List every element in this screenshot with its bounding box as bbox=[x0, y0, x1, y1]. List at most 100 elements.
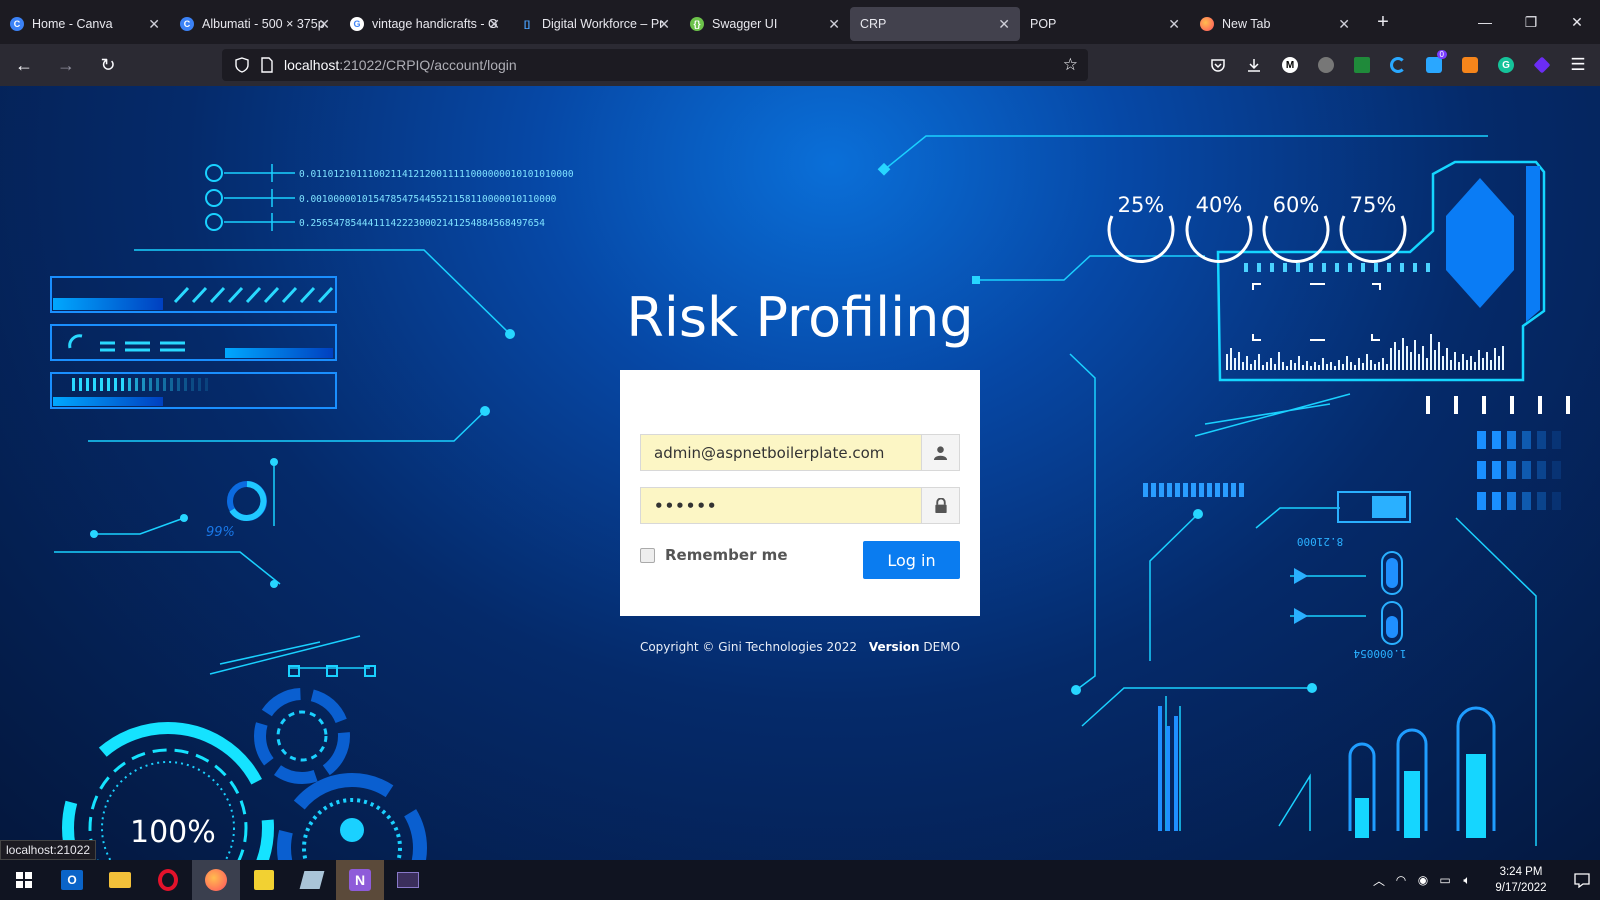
checkbox-box[interactable] bbox=[640, 547, 655, 563]
close-icon[interactable]: ✕ bbox=[318, 16, 330, 33]
grammarly-icon[interactable]: G bbox=[1488, 47, 1524, 83]
metamask-fox-icon[interactable] bbox=[1452, 47, 1488, 83]
version-label: Version bbox=[868, 640, 920, 654]
windows-start-icon[interactable] bbox=[0, 860, 48, 900]
tab-label: Swagger UI bbox=[712, 17, 778, 31]
copyright-text: Copyright © Gini Technologies 2022 bbox=[639, 640, 858, 654]
tab-new-tab[interactable]: New Tab ✕ bbox=[1190, 7, 1360, 41]
tab-label: New Tab bbox=[1222, 17, 1271, 31]
new-tab-button[interactable]: + bbox=[1368, 11, 1398, 34]
chevron-up-icon[interactable]: ︿ bbox=[1368, 872, 1390, 889]
tab-label: CRP bbox=[860, 17, 887, 31]
readout-1: 8.21000 bbox=[1297, 535, 1343, 548]
bracket-icon: [] bbox=[524, 19, 530, 29]
firefox-icon bbox=[1200, 17, 1214, 31]
remember-me-checkbox[interactable]: Remember me bbox=[640, 546, 788, 564]
clock[interactable]: 3:24 PM 9/17/2022 bbox=[1486, 864, 1556, 896]
opera-icon[interactable] bbox=[144, 860, 192, 900]
visual-studio-icon[interactable]: N bbox=[336, 860, 384, 900]
notes-app-icon[interactable] bbox=[288, 860, 336, 900]
sticky-app-icon[interactable] bbox=[240, 860, 288, 900]
close-icon[interactable]: ✕ bbox=[828, 16, 840, 33]
tab-label: Home - Canva bbox=[32, 17, 113, 31]
close-window-icon[interactable]: ✕ bbox=[1554, 0, 1600, 44]
close-icon[interactable]: ✕ bbox=[1168, 16, 1180, 33]
tab-albumati[interactable]: C Albumati - 500 × 375p ✕ bbox=[170, 7, 340, 41]
bookmark-star-icon[interactable]: ☆ bbox=[1063, 55, 1078, 75]
volume-icon[interactable]: 🔈︎ bbox=[1456, 873, 1478, 888]
url-bar[interactable]: localhost:21022/CRPIQ/account/login ☆ bbox=[222, 49, 1088, 81]
restore-icon[interactable]: ❐ bbox=[1508, 0, 1554, 44]
back-arrow-icon[interactable]: ← bbox=[6, 47, 42, 83]
minimize-icon[interactable]: — bbox=[1462, 0, 1508, 44]
tab-crp[interactable]: CRP ✕ bbox=[850, 7, 1020, 41]
swagger-icon: {} bbox=[690, 17, 704, 31]
url-text[interactable]: localhost:21022/CRPIQ/account/login bbox=[284, 57, 517, 73]
close-icon[interactable]: ✕ bbox=[148, 16, 160, 33]
clock-date: 9/17/2022 bbox=[1495, 882, 1547, 894]
tab-label: POP bbox=[1030, 17, 1057, 31]
tab-pop[interactable]: POP ✕ bbox=[1020, 7, 1190, 41]
wifi-icon[interactable]: ◠ bbox=[1390, 873, 1412, 887]
system-tray: ︿ ◠ ◉ ▭ 🔈︎ 3:24 PM 9/17/2022 bbox=[1368, 860, 1600, 900]
email-value[interactable]: admin@aspnetboilerplate.com bbox=[641, 444, 921, 462]
login-button[interactable]: Log in bbox=[863, 541, 960, 579]
download-icon[interactable] bbox=[1236, 47, 1272, 83]
grey-extension-icon[interactable] bbox=[1308, 47, 1344, 83]
password-value[interactable]: •••••• bbox=[641, 497, 921, 515]
shield-icon[interactable] bbox=[234, 57, 250, 73]
canva-icon: C bbox=[180, 17, 194, 31]
pocket-icon[interactable] bbox=[1200, 47, 1236, 83]
binary-line-1: 0.01101210111002114121200111110000000101… bbox=[299, 169, 574, 180]
tab-swagger-ui[interactable]: {} Swagger UI ✕ bbox=[680, 7, 850, 41]
taskbar: O N ︿ ◠ ◉ ▭ 🔈︎ 3:24 PM 9/17/2022 bbox=[0, 860, 1600, 900]
gauge-25-label: 25% bbox=[1118, 193, 1165, 217]
tab-strip: C Home - Canva ✕ C Albumati - 500 × 375p… bbox=[0, 0, 1600, 44]
percent-100-label: 100% bbox=[130, 815, 216, 850]
firefox-taskbar-icon[interactable] bbox=[192, 860, 240, 900]
reload-icon[interactable]: ↻ bbox=[90, 47, 126, 83]
email-field[interactable]: admin@aspnetboilerplate.com bbox=[640, 434, 960, 471]
readout-2: 1.000054 bbox=[1353, 647, 1406, 660]
green-extension-icon[interactable] bbox=[1344, 47, 1380, 83]
close-icon[interactable]: ✕ bbox=[1338, 16, 1350, 33]
tab-home-canva[interactable]: C Home - Canva ✕ bbox=[0, 7, 170, 41]
nav-bar: ← → ↻ localhost:21022/CRPIQ/account/logi… bbox=[0, 44, 1600, 86]
tab-label: vintage handicrafts - G bbox=[372, 17, 498, 31]
purple-extension-icon[interactable] bbox=[1524, 47, 1560, 83]
gauge-75-label: 75% bbox=[1350, 193, 1397, 217]
binary-line-2: 0.00100000101547854754455211581100000101… bbox=[299, 194, 557, 205]
binary-line-3: 0.25654785444111422230002141254884568497… bbox=[299, 218, 545, 229]
extension-badge: 0 bbox=[1436, 50, 1447, 59]
google-icon: G bbox=[350, 17, 364, 31]
copyright-footer: Copyright © Gini Technologies 2022 Versi… bbox=[560, 640, 1040, 654]
battery-icon[interactable]: ▭ bbox=[1434, 873, 1456, 887]
lock-icon bbox=[921, 488, 959, 523]
version-value: DEMO bbox=[923, 640, 961, 654]
menu-icon[interactable]: ☰ bbox=[1560, 47, 1596, 83]
m-extension-icon[interactable]: M bbox=[1272, 47, 1308, 83]
outlook-icon[interactable]: O bbox=[48, 860, 96, 900]
notification-center-icon[interactable] bbox=[1564, 860, 1600, 900]
close-icon[interactable]: ✕ bbox=[998, 16, 1010, 33]
tab-label: Digital Workforce – Pr bbox=[542, 17, 664, 31]
camera-icon[interactable]: ◉ bbox=[1412, 873, 1434, 887]
clock-time: 3:24 PM bbox=[1499, 866, 1543, 878]
tab-vintage-handicrafts[interactable]: G vintage handicrafts - G ✕ bbox=[340, 7, 510, 41]
percent-99-label: 99% bbox=[206, 525, 235, 540]
tab-digital-workforce[interactable]: [] Digital Workforce – Pr ✕ bbox=[510, 7, 680, 41]
close-icon[interactable]: ✕ bbox=[488, 16, 500, 33]
login-card: admin@aspnetboilerplate.com •••••• Remem… bbox=[620, 370, 980, 616]
page-title: Risk Profiling bbox=[626, 286, 974, 349]
remember-me-label: Remember me bbox=[665, 546, 788, 564]
password-field[interactable]: •••••• bbox=[640, 487, 960, 524]
notification-extension-icon[interactable]: 0 bbox=[1416, 47, 1452, 83]
file-explorer-icon[interactable] bbox=[96, 860, 144, 900]
close-icon[interactable]: ✕ bbox=[658, 16, 670, 33]
page-icon[interactable] bbox=[260, 57, 274, 73]
c-extension-icon[interactable] bbox=[1380, 47, 1416, 83]
terminal-icon[interactable] bbox=[384, 860, 432, 900]
toolbar-extensions: M 0 G ☰ bbox=[1200, 44, 1596, 86]
window-controls: — ❐ ✕ bbox=[1462, 0, 1600, 44]
forward-arrow-icon[interactable]: → bbox=[48, 47, 84, 83]
